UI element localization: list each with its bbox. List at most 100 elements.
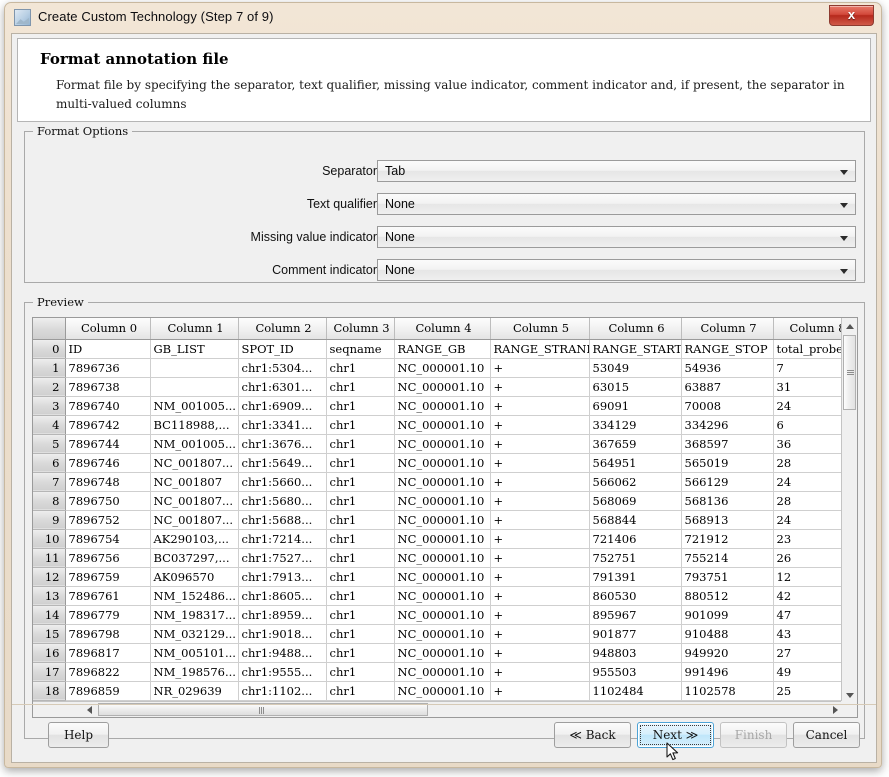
table-cell[interactable]: 31 (773, 377, 843, 396)
table-cell[interactable]: + (490, 681, 589, 700)
table-cell[interactable]: 25 (773, 681, 843, 700)
table-cell[interactable]: 991496 (681, 662, 773, 681)
table-cell[interactable]: NC_001807... (150, 491, 238, 510)
table-row[interactable]: 17896736chr1:5304...chr1NC_000001.10+530… (33, 358, 843, 377)
table-cell[interactable]: 7896750 (65, 491, 150, 510)
table-cell[interactable]: 7896742 (65, 415, 150, 434)
table-cell[interactable]: RANGE_STRAND (490, 339, 589, 358)
text-qualifier-select[interactable]: None (377, 193, 856, 215)
table-cell[interactable]: 7896748 (65, 472, 150, 491)
row-number[interactable]: 18 (33, 681, 65, 700)
table-row[interactable]: 177896822NM_198576...chr1:9555...chr1NC_… (33, 662, 843, 681)
row-number[interactable]: 4 (33, 415, 65, 434)
table-cell[interactable]: + (490, 396, 589, 415)
row-number[interactable]: 10 (33, 529, 65, 548)
table-cell[interactable]: + (490, 472, 589, 491)
table-cell[interactable]: 42 (773, 586, 843, 605)
table-cell[interactable]: 54936 (681, 358, 773, 377)
table-cell[interactable]: chr1:9488... (238, 643, 326, 662)
table-cell[interactable]: 70008 (681, 396, 773, 415)
row-number[interactable]: 14 (33, 605, 65, 624)
table-cell[interactable]: chr1 (326, 434, 394, 453)
table-cell[interactable]: 568913 (681, 510, 773, 529)
table-cell[interactable]: 901877 (589, 624, 681, 643)
table-cell[interactable]: 368597 (681, 434, 773, 453)
table-cell[interactable]: chr1:7214... (238, 529, 326, 548)
table-cell[interactable]: ID (65, 339, 150, 358)
table-row[interactable]: 167896817NM_005101...chr1:9488...chr1NC_… (33, 643, 843, 662)
table-cell[interactable]: chr1 (326, 567, 394, 586)
row-number[interactable]: 2 (33, 377, 65, 396)
table-cell[interactable]: RANGE_START (589, 339, 681, 358)
table-row[interactable]: 67896746NC_001807...chr1:5649...chr1NC_0… (33, 453, 843, 472)
table-cell[interactable]: 24 (773, 396, 843, 415)
table-cell[interactable]: NC_000001.10 (394, 472, 490, 491)
table-cell[interactable]: NC_000001.10 (394, 529, 490, 548)
table-cell[interactable]: chr1:1102... (238, 681, 326, 700)
row-number[interactable]: 15 (33, 624, 65, 643)
table-cell[interactable]: 23 (773, 529, 843, 548)
table-cell[interactable]: NC_000001.10 (394, 624, 490, 643)
table-cell[interactable]: + (490, 567, 589, 586)
table-cell[interactable]: 793751 (681, 567, 773, 586)
table-cell[interactable]: NC_000001.10 (394, 586, 490, 605)
table-cell[interactable]: NM_198576... (150, 662, 238, 681)
table-cell[interactable]: 752751 (589, 548, 681, 567)
table-cell[interactable]: GB_LIST (150, 339, 238, 358)
table-cell[interactable]: 949920 (681, 643, 773, 662)
column-header[interactable]: Column 3 (326, 318, 394, 339)
table-cell[interactable]: chr1 (326, 377, 394, 396)
table-row[interactable]: 147896779NM_198317...chr1:8959...chr1NC_… (33, 605, 843, 624)
table-cell[interactable]: + (490, 586, 589, 605)
table-cell[interactable] (150, 377, 238, 396)
table-cell[interactable]: chr1:3676... (238, 434, 326, 453)
row-number[interactable]: 0 (33, 339, 65, 358)
table-cell[interactable]: 791391 (589, 567, 681, 586)
table-cell[interactable] (150, 358, 238, 377)
preview-vertical-scrollbar[interactable] (841, 318, 857, 703)
table-cell[interactable]: NC_000001.10 (394, 377, 490, 396)
table-cell[interactable]: NC_000001.10 (394, 662, 490, 681)
table-cell[interactable]: chr1:8605... (238, 586, 326, 605)
table-cell[interactable]: + (490, 624, 589, 643)
column-header[interactable]: Column 6 (589, 318, 681, 339)
table-cell[interactable]: 24 (773, 510, 843, 529)
table-cell[interactable]: 564951 (589, 453, 681, 472)
table-cell[interactable]: NC_000001.10 (394, 358, 490, 377)
row-number[interactable]: 6 (33, 453, 65, 472)
scroll-up-icon[interactable] (842, 318, 857, 334)
table-cell[interactable]: RANGE_STOP (681, 339, 773, 358)
table-cell[interactable]: 334129 (589, 415, 681, 434)
table-row[interactable]: 77896748NC_001807chr1:5660...chr1NC_0000… (33, 472, 843, 491)
row-number[interactable]: 9 (33, 510, 65, 529)
table-row[interactable]: 187896859NR_029639chr1:1102...chr1NC_000… (33, 681, 843, 700)
table-cell[interactable]: 63015 (589, 377, 681, 396)
table-row[interactable]: 37896740NM_001005...chr1:6909...chr1NC_0… (33, 396, 843, 415)
table-cell[interactable]: 367659 (589, 434, 681, 453)
table-cell[interactable]: NC_000001.10 (394, 567, 490, 586)
row-number[interactable]: 11 (33, 548, 65, 567)
table-cell[interactable]: 12 (773, 567, 843, 586)
table-cell[interactable]: 28 (773, 453, 843, 472)
column-header[interactable]: Column 2 (238, 318, 326, 339)
table-cell[interactable]: SPOT_ID (238, 339, 326, 358)
table-cell[interactable]: 7896740 (65, 396, 150, 415)
table-cell[interactable]: 568136 (681, 491, 773, 510)
table-row[interactable]: 87896750NC_001807...chr1:5680...chr1NC_0… (33, 491, 843, 510)
table-cell[interactable]: 28 (773, 491, 843, 510)
table-cell[interactable]: chr1 (326, 624, 394, 643)
table-row[interactable]: 137896761NM_152486...chr1:8605...chr1NC_… (33, 586, 843, 605)
table-cell[interactable]: chr1 (326, 681, 394, 700)
table-cell[interactable]: + (490, 548, 589, 567)
table-cell[interactable]: NM_005101... (150, 643, 238, 662)
table-row[interactable]: 57896744NM_001005...chr1:3676...chr1NC_0… (33, 434, 843, 453)
table-cell[interactable]: 566062 (589, 472, 681, 491)
table-cell[interactable]: NC_000001.10 (394, 396, 490, 415)
table-cell[interactable]: 24 (773, 472, 843, 491)
missing-value-indicator-select[interactable]: None (377, 226, 856, 248)
column-header[interactable]: Column 1 (150, 318, 238, 339)
table-cell[interactable]: AK096570 (150, 567, 238, 586)
row-number[interactable]: 8 (33, 491, 65, 510)
table-cell[interactable]: 49 (773, 662, 843, 681)
table-cell[interactable]: + (490, 662, 589, 681)
